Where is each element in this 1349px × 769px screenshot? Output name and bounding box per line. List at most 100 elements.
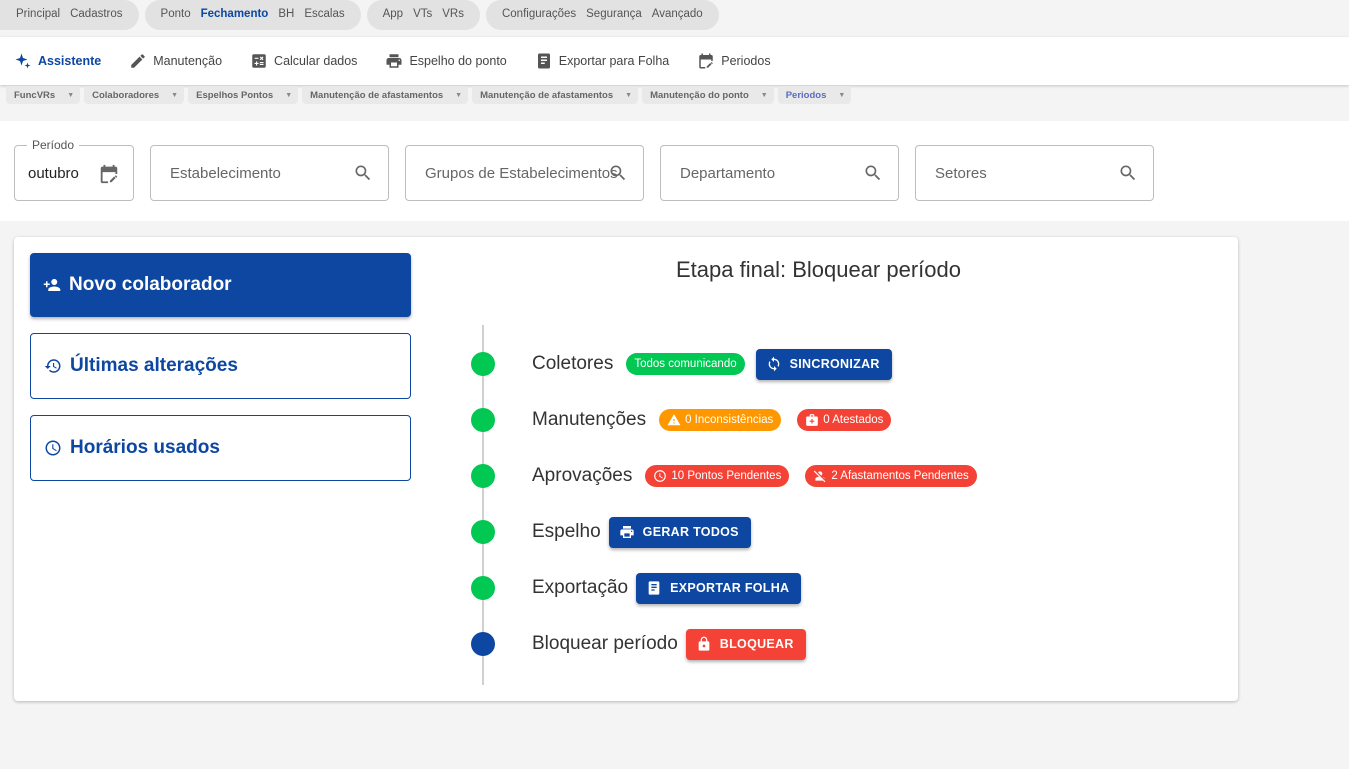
printer-icon: [386, 54, 402, 68]
chevron-down-icon[interactable]: ▼: [761, 92, 768, 99]
estabelecimento-field[interactable]: [150, 145, 389, 201]
period-value: outubro: [28, 165, 79, 182]
afastamentos-pendentes-badge[interactable]: 2 Afastamentos Pendentes: [805, 465, 977, 487]
chevron-down-icon[interactable]: ▼: [67, 92, 74, 99]
step-done-dot: [471, 408, 495, 432]
receipt-icon: [537, 53, 550, 69]
tab-manutencao-afastamentos-2[interactable]: Manutenção de afastamentos ▼: [472, 86, 639, 104]
estabelecimento-input[interactable]: [151, 146, 388, 200]
step-done-dot: [471, 576, 495, 600]
chevron-down-icon[interactable]: ▼: [171, 92, 178, 99]
nav-fechamento[interactable]: Fechamento: [201, 8, 269, 20]
step-label: Manutenções: [532, 409, 647, 430]
ultimas-alteracoes-label: Últimas alterações: [70, 355, 238, 376]
setores-input[interactable]: [916, 146, 1153, 200]
sparkle-icon: [15, 53, 31, 69]
nav-vts[interactable]: VTs: [413, 8, 432, 20]
calendar-edit-icon[interactable]: [98, 163, 120, 185]
periodos-button[interactable]: Periodos: [697, 52, 771, 70]
sincronizar-button[interactable]: SINCRONIZAR: [755, 348, 892, 380]
chevron-down-icon[interactable]: ▼: [838, 92, 845, 99]
assistente-button[interactable]: Assistente: [14, 52, 101, 70]
periodos-label: Periodos: [721, 54, 771, 68]
tab-label: Colaboradores: [92, 89, 160, 101]
grupos-estabelecimentos-input[interactable]: [406, 146, 643, 200]
period-picker[interactable]: Período outubro: [14, 138, 134, 201]
setores-field[interactable]: [915, 145, 1154, 201]
calcular-dados-button[interactable]: Calcular dados: [250, 52, 357, 70]
calendar-edit-icon: [699, 53, 713, 69]
step-label: Exportação: [532, 577, 629, 598]
nav-vrs[interactable]: VRs: [442, 8, 464, 20]
chevron-down-icon[interactable]: ▼: [455, 92, 462, 99]
warning-icon: [667, 414, 681, 426]
badge-label: 10 Pontos Pendentes: [671, 470, 782, 482]
step-coletores: Coletores Todos comunicando SINCRONIZAR: [471, 348, 892, 380]
nav-app[interactable]: App: [383, 8, 403, 20]
exportar-folha-button[interactable]: Exportar para Folha: [535, 52, 669, 70]
manutencao-button[interactable]: Manutenção: [129, 52, 222, 70]
clock-icon: [654, 470, 667, 482]
nav-group-main: Principal Cadastros: [0, 0, 139, 30]
step-aprovacoes: Aprovações 10 Pontos Pendentes 2 Afastam…: [471, 461, 988, 491]
clock-icon: [45, 440, 61, 456]
tab-label: Manutenção de afastamentos: [480, 89, 614, 101]
badge-label: 0 Atestados: [823, 414, 884, 426]
tab-colaboradores[interactable]: Colaboradores ▼: [84, 86, 185, 104]
departamento-field[interactable]: [660, 145, 899, 201]
horarios-usados-button[interactable]: Horários usados: [30, 415, 411, 481]
printer-icon: [620, 526, 634, 538]
wizard-title: Etapa final: Bloquear período: [676, 257, 961, 282]
espelho-ponto-button[interactable]: Espelho do ponto: [385, 52, 507, 70]
badge-label: 2 Afastamentos Pendentes: [831, 470, 969, 482]
medical-bag-icon: [806, 414, 819, 426]
calcular-dados-label: Calcular dados: [274, 54, 358, 68]
tab-periodos[interactable]: Periodos ▼: [777, 86, 852, 104]
nav-cadastros[interactable]: Cadastros: [70, 8, 122, 20]
nav-seguranca[interactable]: Segurança: [586, 8, 642, 20]
chevron-down-icon[interactable]: ▼: [625, 92, 632, 99]
step-label: Coletores: [532, 353, 614, 374]
tab-espelhos-pontos[interactable]: Espelhos Pontos ▼: [188, 86, 299, 104]
nav-principal[interactable]: Principal: [16, 8, 60, 20]
step-label: Bloquear período: [532, 633, 678, 654]
gerar-todos-button[interactable]: GERAR TODOS: [608, 516, 751, 548]
receipt-icon: [648, 581, 660, 595]
ultimas-alteracoes-button[interactable]: Últimas alterações: [30, 333, 411, 399]
exportar-folha-action-button[interactable]: EXPORTAR FOLHA: [636, 572, 802, 604]
pontos-pendentes-badge[interactable]: 10 Pontos Pendentes: [645, 465, 790, 487]
novo-colaborador-label: Novo colaborador: [69, 274, 232, 295]
person-off-icon: [814, 470, 826, 483]
nav-configuracoes[interactable]: Configurações: [502, 8, 576, 20]
calculator-icon: [252, 54, 266, 68]
tab-manutencao-afastamentos-1[interactable]: Manutenção de afastamentos ▼: [302, 86, 469, 104]
tab-funcvrs[interactable]: FuncVRs ▼: [6, 86, 81, 104]
step-done-dot: [471, 520, 495, 544]
inconsistencias-badge[interactable]: 0 Inconsistências: [659, 409, 782, 431]
step-bloquear: Bloquear período BLOQUEAR: [471, 628, 806, 660]
nav-bh[interactable]: BH: [278, 8, 294, 20]
pencil-icon: [131, 54, 145, 68]
assistente-label: Assistente: [38, 54, 102, 68]
filter-bar: Período outubro: [0, 121, 1349, 221]
novo-colaborador-button[interactable]: Novo colaborador: [30, 253, 411, 317]
history-icon: [44, 359, 61, 373]
step-manutencoes: Manutenções 0 Inconsistências 0 Atestado…: [471, 405, 902, 435]
chevron-down-icon[interactable]: ▼: [285, 92, 292, 99]
toolbar: Assistente Manutenção Calcular dados Esp…: [0, 37, 1349, 85]
step-done-dot: [471, 464, 495, 488]
departamento-input[interactable]: [661, 146, 898, 200]
nav-ponto[interactable]: Ponto: [161, 8, 191, 20]
nav-avancado[interactable]: Avançado: [652, 8, 703, 20]
tab-manutencao-ponto[interactable]: Manutenção do ponto ▼: [642, 86, 774, 104]
bloquear-button[interactable]: BLOQUEAR: [685, 628, 806, 660]
badge-label: 0 Inconsistências: [685, 414, 774, 426]
bloquear-label: BLOQUEAR: [719, 637, 794, 651]
person-add-icon: [43, 279, 61, 291]
step-label: Espelho: [532, 521, 601, 542]
atestados-badge[interactable]: 0 Atestados: [797, 409, 892, 431]
nav-group-config: Configurações Segurança Avançado: [485, 0, 719, 30]
nav-escalas[interactable]: Escalas: [304, 8, 344, 20]
tab-label: Espelhos Pontos: [196, 89, 274, 101]
grupos-estabelecimentos-field[interactable]: [405, 145, 644, 201]
